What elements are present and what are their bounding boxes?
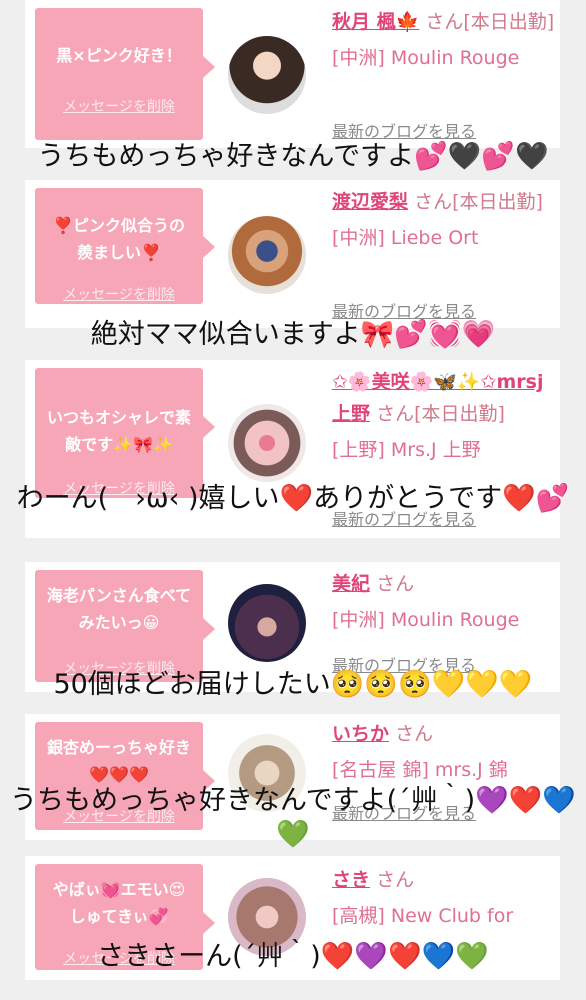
cast-status: さん[本日出勤] bbox=[425, 11, 555, 33]
message-bubble: ❣️ピンク似合うの羨ましい❣️ メッセージを削除 bbox=[35, 188, 215, 304]
cast-name-link[interactable]: さき bbox=[332, 869, 370, 891]
cast-status: さん[本日出勤] bbox=[414, 191, 543, 213]
message-bubble: いつもオシャレで素敵です✨🎀✨ メッセージを削除 bbox=[35, 368, 215, 498]
comment-text: うちもめっちゃ好きなんですよ(´艸｀)💜❤️💙💚 bbox=[0, 784, 586, 852]
avatar[interactable] bbox=[228, 216, 306, 294]
message-bubble: 黒×ピンク好き！ メッセージを削除 bbox=[35, 8, 215, 140]
cast-status: さん bbox=[376, 573, 415, 595]
comment-body: うちもめっちゃ好きなんですよ(´艸｀)💜❤️💙💚 bbox=[9, 785, 577, 850]
shop-name: [上野] Mrs.J 上野 bbox=[332, 439, 481, 461]
shop-name: [中洲] Moulin Rouge bbox=[332, 609, 520, 631]
cast-name-link[interactable]: 渡辺愛梨 bbox=[332, 191, 408, 213]
blog-link[interactable]: 最新のブログを見る bbox=[332, 118, 476, 142]
comment-text: 50個ほどお届けしたい🥺🥺🥺💛💛💛 bbox=[53, 669, 533, 700]
avatar[interactable] bbox=[228, 36, 306, 114]
comment-body: わーん( ›ω‹ )嬉しい❤️ありがとうです❤️💕 bbox=[16, 483, 570, 514]
shop-name: [中洲] Liebe Ort bbox=[332, 227, 479, 249]
message-text: やばぃ💓エモい😍しゅてきぃ💞 bbox=[52, 880, 186, 926]
cast-name-link[interactable]: 秋月 楓🍁 bbox=[332, 11, 419, 33]
delete-message-link[interactable]: メッセージを削除 bbox=[35, 284, 203, 304]
message-card: 黒×ピンク好き！ メッセージを削除 秋月 楓🍁 さん[本日出勤] [中洲] Mo… bbox=[25, 0, 560, 148]
shop-name: [中洲] Moulin Rouge bbox=[332, 47, 520, 69]
message-text: 銀杏めーっちゃ好き❤️❤️❤️ bbox=[46, 738, 191, 784]
cast-status: さん bbox=[395, 723, 434, 745]
shop-name: [高槻] New Club for bbox=[332, 905, 514, 927]
comment-text: 絶対ママ似合いますよ🎀💕💓💗 bbox=[90, 319, 496, 350]
comment-text: うちもめっちゃ好きなんですよ💕🖤💕🖤 bbox=[37, 141, 549, 172]
shop-name: [名古屋 錦] mrs.J 錦 bbox=[332, 759, 508, 781]
message-text: ❣️ピンク似合うの羨ましい❣️ bbox=[53, 216, 185, 262]
comment-text: さきさーん(´艸｀)❤️💜❤️💙💚 bbox=[97, 941, 489, 972]
cast-name-link[interactable]: いちか bbox=[332, 723, 389, 745]
message-card: ❣️ピンク似合うの羨ましい❣️ メッセージを削除 渡辺愛梨 さん[本日出勤] [… bbox=[25, 180, 560, 328]
cast-status: さん[本日出勤] bbox=[376, 403, 505, 425]
message-text: 海老パンさん食べてみたいっ😀 bbox=[46, 586, 192, 632]
avatar[interactable] bbox=[228, 404, 306, 482]
delete-message-link[interactable]: メッセージを削除 bbox=[35, 96, 203, 116]
cast-name-link[interactable]: 美紀 bbox=[332, 573, 370, 595]
comment-text: わーん( ›ω‹ )嬉しい❤️ありがとうです❤️💕 bbox=[0, 482, 586, 516]
message-text: いつもオシャレで素敵です✨🎀✨ bbox=[47, 408, 192, 454]
message-bubble: 海老パンさん食べてみたいっ😀 メッセージを削除 bbox=[35, 570, 215, 682]
avatar[interactable] bbox=[228, 584, 306, 662]
cast-status: さん bbox=[376, 869, 415, 891]
message-text: 黒×ピンク好き！ bbox=[56, 46, 182, 65]
